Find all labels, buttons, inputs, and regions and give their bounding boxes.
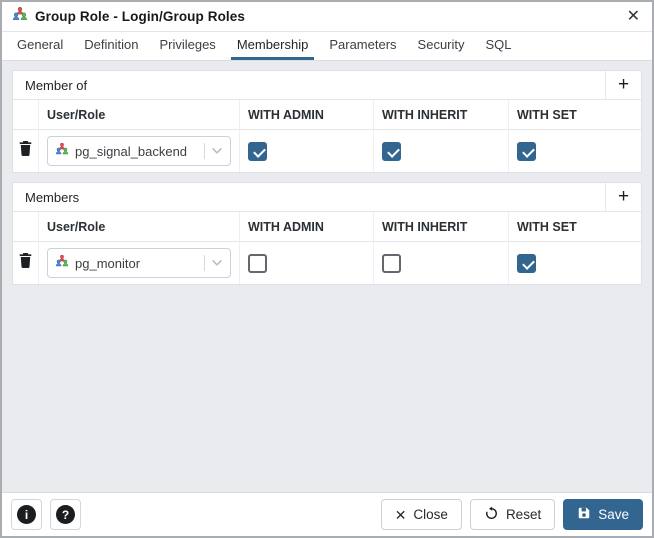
with-admin-checkbox[interactable] (248, 141, 267, 161)
chevron-down-icon[interactable] (211, 142, 223, 160)
role-select-value: pg_monitor (75, 255, 141, 271)
with-set-checkbox[interactable] (517, 141, 536, 161)
with-inherit-checkbox[interactable] (382, 141, 401, 161)
column-header-with-set: WITH SET (509, 100, 641, 130)
table-cell-with-inherit (374, 130, 509, 172)
role-icon (55, 254, 69, 273)
with-inherit-checkbox[interactable] (382, 253, 401, 273)
table-cell-with-set (509, 130, 641, 172)
column-header-with-inherit: WITH INHERIT (374, 212, 509, 242)
tab-sql[interactable]: SQL (480, 32, 518, 60)
tab-parameters[interactable]: Parameters (323, 32, 402, 60)
table-cell-with-set (509, 242, 641, 284)
role-select[interactable]: pg_signal_backend (47, 136, 231, 166)
column-header-user-role: User/Role (39, 212, 240, 242)
delete-row-button[interactable] (13, 130, 39, 172)
add-members-button[interactable]: + (605, 183, 641, 211)
close-icon[interactable]: ✕ (627, 8, 640, 25)
column-header-with-set: WITH SET (509, 212, 641, 242)
tab-general[interactable]: General (11, 32, 69, 60)
member-of-header: Member of + (13, 71, 641, 100)
members-table: User/Role WITH ADMIN WITH INHERIT WITH S… (13, 212, 641, 284)
tab-security[interactable]: Security (412, 32, 471, 60)
add-member-of-button[interactable]: + (605, 71, 641, 99)
dialog-titlebar: Group Role - Login/Group Roles ✕ (2, 2, 652, 32)
close-x-icon: ✕ (394, 506, 407, 523)
members-title: Members (25, 189, 80, 205)
reset-icon (484, 506, 499, 524)
group-role-icon (12, 6, 28, 27)
sql-help-button[interactable]: i (11, 499, 42, 530)
table-cell-role: pg_monitor (39, 242, 240, 284)
help-icon: ? (56, 505, 75, 524)
delete-row-button[interactable] (13, 242, 39, 284)
trash-icon (19, 253, 32, 273)
members-header: Members + (13, 183, 641, 212)
save-button[interactable]: Save (563, 499, 643, 530)
save-icon (577, 506, 591, 523)
member-of-panel: Member of + User/Role WITH ADMIN WITH IN… (12, 70, 642, 173)
group-role-dialog: Group Role - Login/Group Roles ✕ General… (0, 0, 654, 538)
tab-bar: General Definition Privileges Membership… (2, 32, 652, 61)
members-panel: Members + User/Role WITH ADMIN WITH INHE… (12, 182, 642, 285)
trash-icon (19, 141, 32, 161)
column-header-with-admin: WITH ADMIN (240, 100, 374, 130)
table-cell-with-admin (240, 130, 374, 172)
column-header-user-role: User/Role (39, 100, 240, 130)
dialog-footer: i ? ✕ Close Reset Save (2, 492, 652, 536)
member-of-table: User/Role WITH ADMIN WITH INHERIT WITH S… (13, 100, 641, 172)
table-cell-with-admin (240, 242, 374, 284)
column-header-with-inherit: WITH INHERIT (374, 100, 509, 130)
table-cell-with-inherit (374, 242, 509, 284)
table-cell-role: pg_signal_backend (39, 130, 240, 172)
member-of-title: Member of (25, 77, 88, 93)
with-admin-checkbox[interactable] (248, 253, 267, 273)
column-header-with-admin: WITH ADMIN (240, 212, 374, 242)
membership-content: Member of + User/Role WITH ADMIN WITH IN… (2, 61, 652, 492)
with-set-checkbox[interactable] (517, 253, 536, 273)
tab-definition[interactable]: Definition (78, 32, 144, 60)
tab-privileges[interactable]: Privileges (153, 32, 221, 60)
column-header-blank (13, 212, 39, 242)
dialog-help-button[interactable]: ? (50, 499, 81, 530)
close-button[interactable]: ✕ Close (380, 499, 462, 530)
reset-button[interactable]: Reset (469, 499, 556, 530)
chevron-down-icon[interactable] (211, 254, 223, 272)
column-header-blank (13, 100, 39, 130)
select-divider (204, 143, 205, 159)
tab-membership[interactable]: Membership (230, 32, 315, 60)
info-icon: i (17, 505, 36, 524)
select-divider (204, 255, 205, 271)
role-select[interactable]: pg_monitor (47, 248, 231, 278)
dialog-title: Group Role - Login/Group Roles (35, 9, 245, 24)
role-icon (55, 142, 69, 161)
role-select-value: pg_signal_backend (75, 143, 188, 159)
